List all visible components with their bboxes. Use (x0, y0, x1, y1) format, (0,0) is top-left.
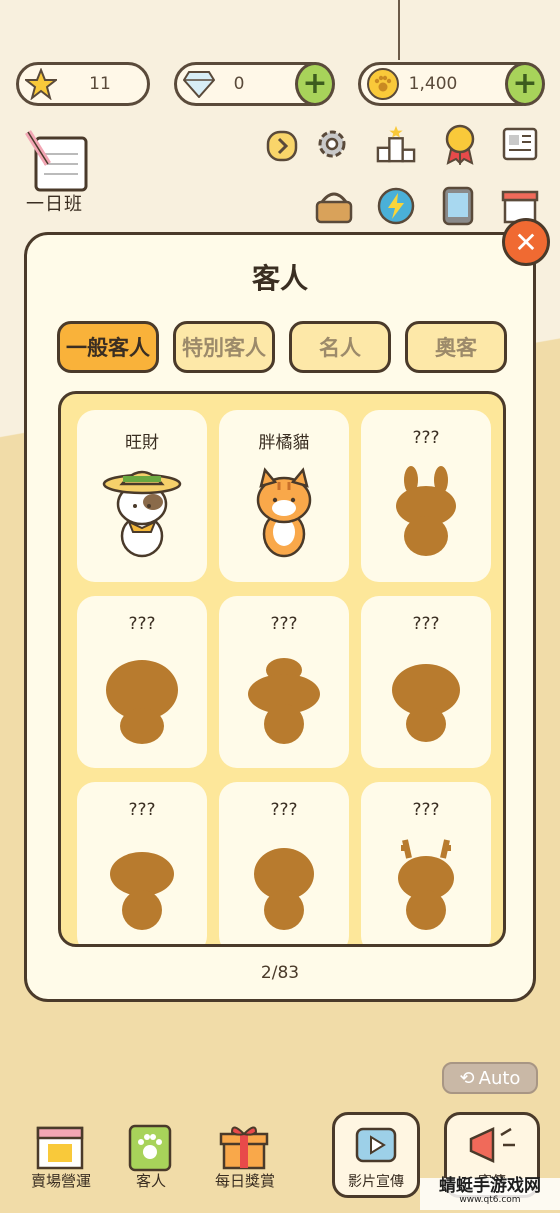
achievements-button[interactable] (440, 124, 480, 165)
customer-name: 胖橘貓 (258, 433, 310, 453)
customer-name: ??? (270, 800, 298, 820)
modal-title: 客人 (251, 262, 308, 295)
customer-name: ??? (128, 614, 156, 634)
customer-name: 旺財 (125, 433, 159, 453)
chevron-right-icon (266, 130, 298, 162)
watermark-url: www.qt6.com (459, 1194, 521, 1205)
nav-store-operations-label: 賣場營運 (30, 1172, 91, 1190)
customer-name: ??? (128, 800, 156, 820)
notebook-icon (25, 130, 88, 192)
customer-card[interactable]: ??? (77, 596, 207, 768)
gift-icon (219, 1126, 269, 1170)
auto-label: Auto (478, 1067, 521, 1089)
customer-name: ??? (412, 428, 440, 448)
leaderboard-button[interactable] (376, 124, 416, 164)
store-icon (36, 1126, 84, 1170)
orange-tabby-cat-icon (256, 467, 312, 558)
coins-counter: 1,400 + (358, 62, 545, 106)
play-video-icon (355, 1127, 397, 1163)
megaphone-icon (469, 1127, 515, 1163)
paw-book-icon (128, 1124, 172, 1172)
video-promo-label: 影片宣傳 (348, 1174, 404, 1190)
nav-daily-rewards-label: 每日獎賞 (214, 1172, 275, 1190)
customer-card[interactable]: ??? (219, 782, 349, 944)
customer-name: ??? (412, 800, 440, 820)
refresh-icon: ⟲ (459, 1067, 475, 1089)
nav-store-operations[interactable]: 賣場營運 (16, 1120, 106, 1200)
locked-customer-silhouette-icon (248, 658, 320, 744)
lightning-icon (377, 187, 415, 225)
add-coins-button[interactable]: + (505, 62, 545, 106)
locked-customer-silhouette-icon (254, 848, 314, 930)
customers-modal: 客人 一般客人 特別客人 名人 奧客 旺財 胖橘貓 ??? ??? ??? ??… (24, 232, 536, 1002)
site-watermark: 蜻蜓手游戏网 www.qt6.com (420, 1176, 560, 1210)
energy-button[interactable] (376, 186, 416, 226)
tablet-icon (442, 186, 474, 226)
nav-customers[interactable]: 客人 (106, 1120, 196, 1200)
news-button[interactable] (500, 124, 540, 164)
next-arrow-button[interactable] (262, 126, 302, 166)
settings-button[interactable] (312, 124, 352, 164)
auto-toggle-button[interactable]: ⟲ Auto (442, 1062, 538, 1094)
page-indicator: 2/83 (260, 963, 300, 983)
tab-difficult-customers[interactable]: 奧客 (405, 321, 507, 373)
diamonds-value: 0 (233, 74, 245, 94)
tab-special-customers[interactable]: 特別客人 (173, 321, 275, 373)
coins-value: 1,400 (408, 74, 458, 94)
customer-card[interactable]: 旺財 (77, 410, 207, 582)
locked-customer-silhouette-icon (106, 660, 178, 744)
customer-card[interactable]: ??? (219, 596, 349, 768)
gear-icon (318, 130, 346, 158)
basket-icon (315, 192, 353, 224)
medal-icon (445, 124, 475, 165)
nav-customers-label: 客人 (135, 1172, 166, 1190)
diamonds-counter: 0 + (174, 62, 335, 106)
video-promo-button[interactable]: 影片宣傳 (332, 1112, 420, 1198)
podium-icon (376, 125, 416, 163)
customer-card[interactable]: ??? (361, 782, 491, 944)
background-pole (398, 0, 400, 60)
close-icon: ✕ (514, 225, 538, 259)
close-button[interactable]: ✕ (502, 218, 550, 266)
customer-name: ??? (270, 614, 298, 634)
nav-daily-rewards[interactable]: 每日獎賞 (200, 1120, 290, 1200)
locked-customer-silhouette-icon (398, 839, 454, 930)
customer-card[interactable]: ??? (77, 782, 207, 944)
locked-customer-silhouette-icon (392, 664, 460, 742)
dog-with-straw-hat-icon (102, 470, 182, 558)
locked-customer-silhouette-icon (396, 466, 456, 556)
customer-card[interactable]: ??? (361, 596, 491, 768)
watermark-text: 蜻蜓手游戏网 (439, 1176, 541, 1196)
notebook-label: 一日班 (26, 194, 83, 215)
add-diamonds-button[interactable]: + (295, 62, 335, 106)
tab-celebrities[interactable]: 名人 (289, 321, 391, 373)
tablet-button[interactable] (438, 186, 478, 226)
tab-regular-customers[interactable]: 一般客人 (57, 321, 159, 373)
customer-card[interactable]: 胖橘貓 (219, 410, 349, 582)
newspaper-icon (502, 127, 538, 161)
customer-name: ??? (412, 614, 440, 634)
customer-card[interactable]: ??? (361, 410, 491, 582)
stars-counter: 11 (16, 62, 150, 106)
locked-customer-silhouette-icon (110, 852, 174, 930)
stars-value: 11 (89, 74, 111, 94)
customer-grid: 旺財 胖橘貓 ??? ??? ??? ??? ??? ??? ??? (58, 391, 506, 947)
basket-button[interactable] (314, 186, 354, 226)
